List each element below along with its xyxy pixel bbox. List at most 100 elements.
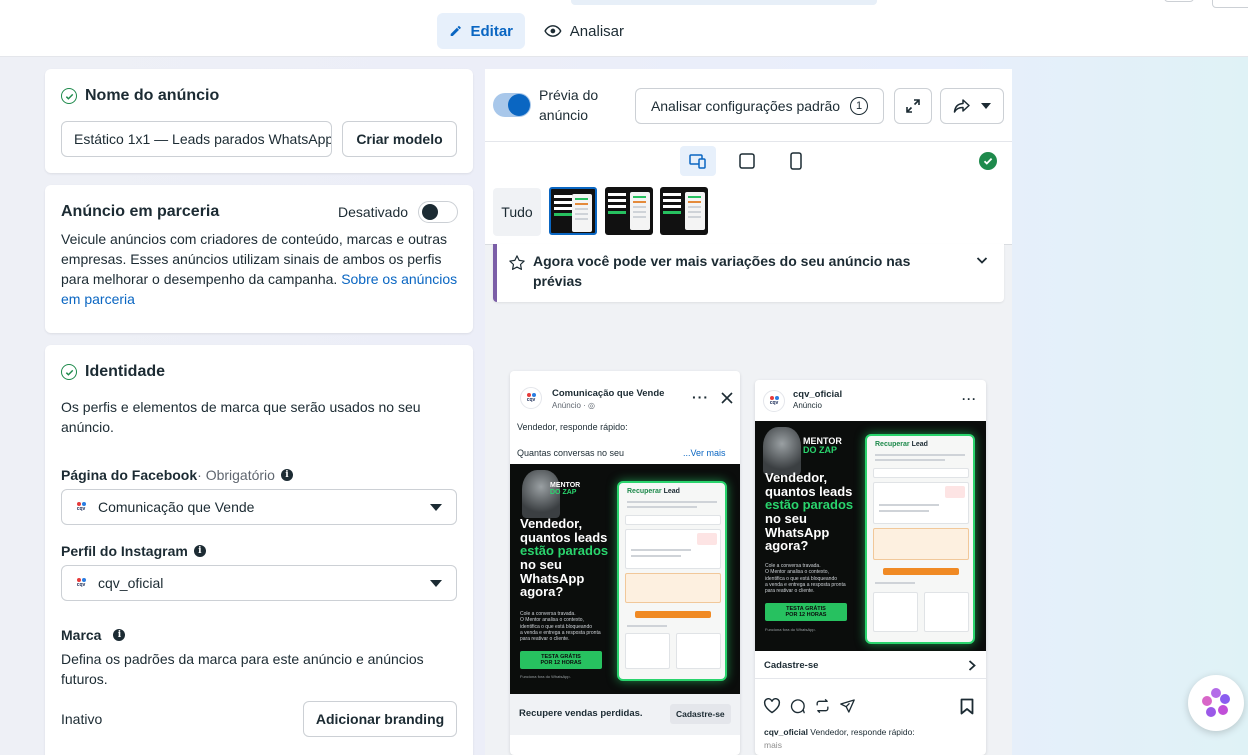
fb-primary-text: Vendedor, responde rápido: [517,422,628,432]
fb-ad-creative: MENTOR DO ZAP Vendedor, quantos leads est… [510,464,740,694]
heart-icon[interactable] [763,698,781,714]
ad-name-value: Estático 1x1 — Leads parados WhatsApp [74,131,332,147]
info-icon[interactable]: i [193,545,206,557]
send-icon[interactable] [839,698,856,714]
partnership-toggle-label: Desativado [338,204,409,220]
cqv-logo-text: cqv [769,400,779,406]
brand-line-2: DO ZAP [803,445,838,455]
top-right-control-2[interactable] [1212,0,1248,8]
help-icon [1202,688,1230,717]
phone-mockup: Recuperar Lead [617,481,727,681]
fb-cta-bar: Recupere vendas perdidas. Cadastre-se [510,694,740,735]
help-assistant-button[interactable] [1188,675,1244,731]
analyze-defaults-label: Analisar configurações padrão [650,98,841,114]
desktop-mobile-view-button[interactable] [680,146,716,176]
fb-sponsored-text: Anúncio · [552,401,589,410]
tab-analyze-label: Analisar [569,22,624,40]
brand-status: Inativo [61,711,103,727]
cqv-logo-icon: cqv [767,394,781,408]
brand-line-2: DO ZAP [550,489,577,496]
headline-line-6: agora? [520,584,564,600]
tab-analyze[interactable]: Analisar [532,13,636,49]
brand-label-text: Marca [61,627,102,643]
identity-heading: Identidade [61,363,165,381]
facebook-page-select[interactable]: cqv Comunicação que Vende [61,489,457,525]
creative-cta: TESTA GRÁTIS POR 12 HORAS [520,651,602,669]
tab-edit-label: Editar [470,22,513,40]
variations-banner[interactable]: Agora você pode ver mais variações do se… [493,244,1004,302]
square-view-button[interactable] [739,153,755,174]
comment-icon[interactable] [789,698,806,714]
info-icon[interactable]: i [280,469,293,481]
instagram-ad-preview: cqv cqv_oficial Anúncio ··· MENTOR DO ZAP… [755,380,986,755]
robot-image [763,427,801,475]
sub-line-5: para reativar o cliente. [520,636,570,642]
ig-caption-text: Vendedor, responde rápido: [807,727,915,737]
phone-title-2: Lead [911,441,928,448]
creative-subtext: Cole a conversa travada. O Mentor analis… [765,563,865,594]
close-icon[interactable] [721,392,733,404]
fb-secondary-text: Quantas conversas no seu [517,448,625,458]
analyze-defaults-button[interactable]: Analisar configurações padrão 1 [635,88,884,124]
share-button[interactable] [940,88,1004,124]
fb-see-more-link[interactable]: ...Ver mais [683,448,726,458]
preview-toggle[interactable] [493,93,531,117]
desktop-mobile-icon [689,154,706,169]
repost-icon[interactable] [814,698,831,714]
ad-name-card: Nome do anúncio Estático 1x1 — Leads par… [45,69,473,173]
sub-line-4: a venda e entrega a resposta pronta [765,581,846,588]
tab-edit[interactable]: Editar [437,13,525,49]
fb-page-name: Comunicação que Vende [552,388,665,399]
check-circle-icon [61,88,77,104]
check-circle-icon [61,364,77,380]
phone-title-1: Recuperar [627,488,662,495]
brand-wordmark: MENTOR DO ZAP [550,482,580,496]
phone-mockup: Recuperar Lead [865,434,975,644]
variation-thumbnail-2[interactable] [605,187,653,235]
more-icon[interactable]: ··· [692,389,709,405]
profile-avatar: cqv [763,390,785,412]
chevron-down-icon [981,103,991,109]
expand-button[interactable] [894,88,932,124]
identity-title: Identidade [85,363,166,380]
partnership-toggle[interactable] [418,201,459,223]
sub-line-3: identifica o que está bloqueando [520,623,593,630]
cqv-logo-text: cqv [76,582,86,588]
share-icon [953,99,970,113]
ig-action-row [763,698,856,714]
more-icon[interactable]: ··· [962,392,977,406]
instagram-profile-label-text: Perfil do Instagram [61,543,188,559]
phone-title: Recuperar Lead [627,488,680,495]
eye-icon [544,25,562,37]
cqv-logo-text: cqv [526,397,536,403]
chevron-right-icon [968,660,976,671]
partnership-card: Anúncio em parceria Desativado Veicule a… [45,185,473,333]
variation-thumbnail-3[interactable] [660,187,708,235]
mobile-view-button[interactable] [790,152,802,175]
ig-cta-bar[interactable]: Cadastre-se [755,651,986,679]
create-template-button[interactable]: Criar modelo [342,121,457,157]
top-right-control[interactable] [1164,0,1194,2]
variation-all-tab[interactable]: Tudo [493,188,541,236]
fb-headline: Recupere vendas perdidas. [519,708,643,719]
ig-sponsored-label: Anúncio [793,401,822,410]
info-icon[interactable]: i [113,629,126,641]
ready-check-icon [979,152,997,170]
variation-thumbnail-1[interactable] [549,187,597,235]
phone-icon [790,152,802,170]
ig-more-link[interactable]: mais [764,740,782,750]
cqv-logo-icon: cqv [74,500,88,514]
ig-caption: cqv_oficial Vendedor, responde rápido: [764,727,915,737]
ad-name-input[interactable]: Estático 1x1 — Leads parados WhatsApp [61,121,332,157]
fb-cta-button[interactable]: Cadastre-se [670,704,731,724]
bookmark-icon[interactable] [960,698,974,715]
instagram-profile-select[interactable]: cqv cqv_oficial [61,565,457,601]
phone-title: Recuperar Lead [875,441,928,448]
creative-headline: Vendedor, quantos leads estão parados no… [765,471,853,553]
chevron-down-icon [976,257,988,264]
sub-line-3: identifica o que está bloqueando [765,575,838,582]
ig-ad-creative: MENTOR DO ZAP Vendedor, quantos leads est… [755,421,986,651]
add-branding-button[interactable]: Adicionar branding [303,701,457,737]
fb-sponsored-label: Anúncio · ◎ [552,401,595,410]
headline-line-6: agora? [765,538,809,554]
